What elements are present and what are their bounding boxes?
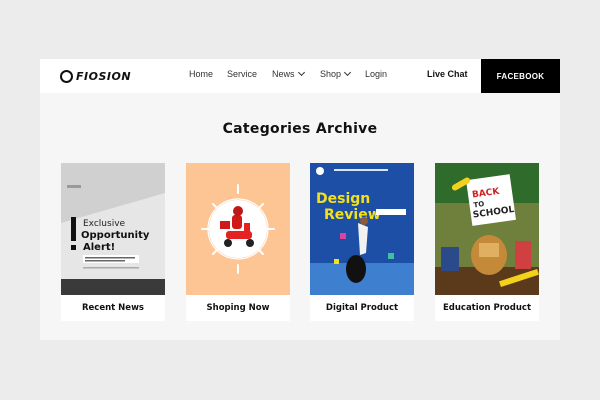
category-label[interactable]: Shoping Now — [186, 295, 290, 321]
poster-heading-line: TO — [473, 200, 485, 209]
nav-home[interactable]: Home — [189, 69, 213, 79]
category-image[interactable]: Exclusive Opportunity Alert! — [61, 163, 165, 295]
scooter-delivery-icon — [186, 163, 290, 295]
live-chat-link[interactable]: Live Chat — [427, 69, 468, 79]
chevron-down-icon — [343, 68, 352, 77]
category-card-shoping-now[interactable]: Shoping Now — [186, 163, 290, 321]
site-header: FIOSION Home Service News Shop Login Liv… — [40, 59, 560, 93]
news-poster-graphic: Exclusive Opportunity Alert! — [61, 163, 165, 295]
category-card-education-product[interactable]: BACK TO SCHOOL Education Product — [435, 163, 539, 321]
category-card-digital-product[interactable]: Design Review Digital Product — [310, 163, 414, 321]
nav-news-label: News — [272, 69, 295, 79]
nav-service-label: Service — [227, 69, 258, 79]
brand-name: FIOSION — [76, 69, 132, 83]
category-image[interactable]: Design Review — [310, 163, 414, 295]
nav-home-label: Home — [189, 69, 214, 79]
design-review-poster-graphic: Design Review — [310, 163, 414, 295]
poster-heading-line: Alert! — [83, 242, 115, 253]
category-label[interactable]: Recent News — [61, 295, 165, 321]
brand-logo[interactable]: FIOSION — [60, 68, 131, 84]
page-frame: FIOSION Home Service News Shop Login Liv… — [40, 59, 560, 340]
poster-heading-line: Design — [316, 191, 370, 207]
poster-heading-line: Opportunity — [81, 230, 150, 241]
nav-login[interactable]: Login — [365, 69, 387, 79]
category-image[interactable] — [186, 163, 290, 295]
poster-heading-line: Exclusive — [83, 219, 126, 229]
category-label[interactable]: Digital Product — [310, 295, 414, 321]
nav-service[interactable]: Service — [227, 69, 257, 79]
facebook-button[interactable]: FACEBOOK — [481, 59, 560, 93]
logo-ring-icon — [60, 69, 73, 83]
category-label[interactable]: Education Product — [435, 295, 539, 321]
page-title: Categories Archive — [222, 121, 378, 137]
category-image[interactable]: BACK TO SCHOOL — [435, 163, 539, 295]
back-to-school-poster-graphic: BACK TO SCHOOL — [435, 163, 539, 295]
poster-heading-line: Review — [324, 207, 381, 223]
nav-news[interactable]: News — [272, 68, 305, 79]
nav-shop[interactable]: Shop — [320, 68, 352, 79]
nav-login-label: Login — [365, 69, 388, 79]
chevron-down-icon — [297, 68, 305, 77]
nav-shop-label: Shop — [320, 69, 342, 79]
category-card-recent-news[interactable]: Exclusive Opportunity Alert! Recent News — [61, 163, 165, 321]
